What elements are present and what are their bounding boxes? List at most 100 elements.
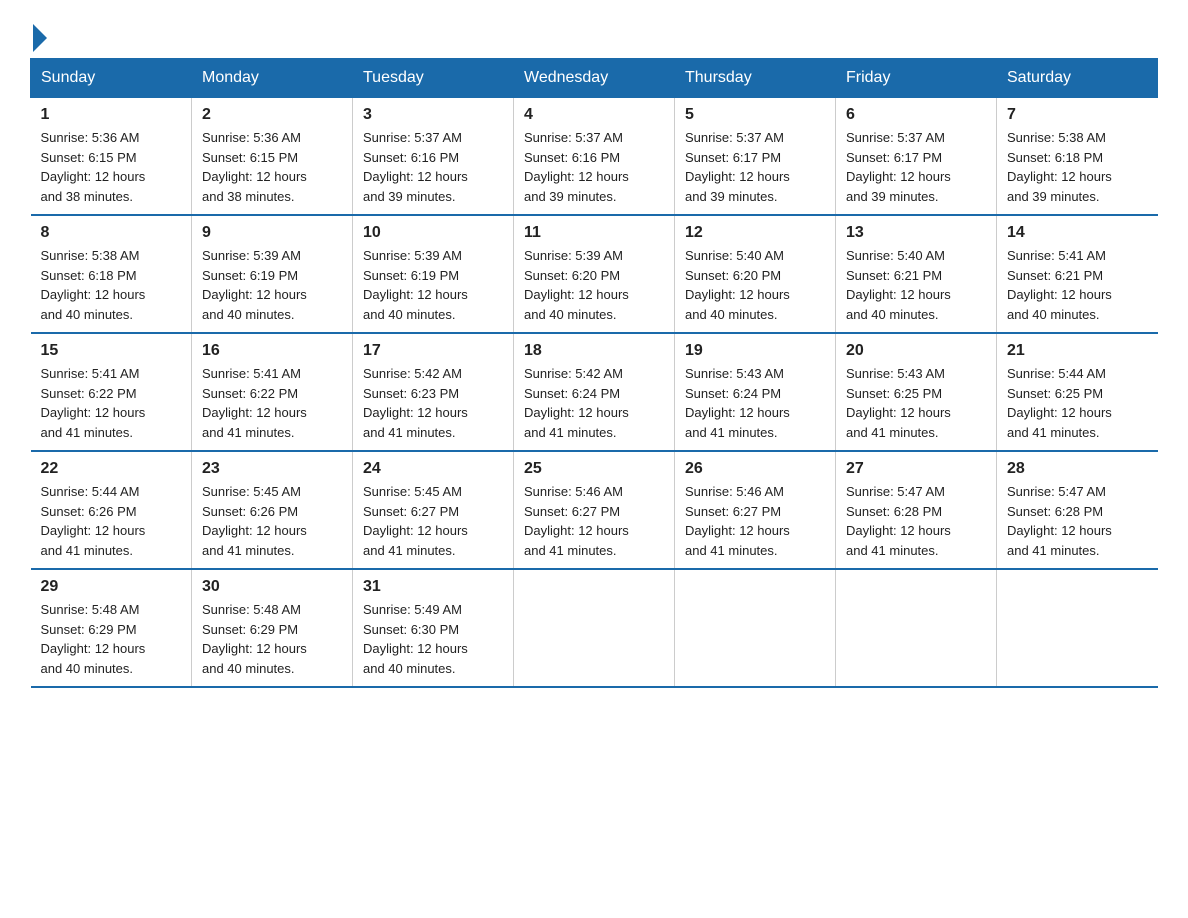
day-number: 2 <box>202 106 342 124</box>
calendar-cell: 18 Sunrise: 5:42 AMSunset: 6:24 PMDayligh… <box>514 333 675 451</box>
calendar-cell: 4 Sunrise: 5:37 AMSunset: 6:16 PMDaylight… <box>514 98 675 216</box>
day-number: 31 <box>363 578 503 596</box>
day-number: 3 <box>363 106 503 124</box>
day-info: Sunrise: 5:44 AMSunset: 6:26 PMDaylight:… <box>41 482 182 560</box>
day-info: Sunrise: 5:45 AMSunset: 6:26 PMDaylight:… <box>202 482 342 560</box>
day-number: 28 <box>1007 460 1148 478</box>
day-number: 5 <box>685 106 825 124</box>
day-info: Sunrise: 5:39 AMSunset: 6:19 PMDaylight:… <box>363 246 503 324</box>
col-header-monday: Monday <box>192 59 353 98</box>
calendar-cell: 29 Sunrise: 5:48 AMSunset: 6:29 PMDayligh… <box>31 569 192 687</box>
day-info: Sunrise: 5:38 AMSunset: 6:18 PMDaylight:… <box>1007 128 1148 206</box>
day-number: 24 <box>363 460 503 478</box>
day-info: Sunrise: 5:36 AMSunset: 6:15 PMDaylight:… <box>202 128 342 206</box>
day-info: Sunrise: 5:46 AMSunset: 6:27 PMDaylight:… <box>524 482 664 560</box>
day-number: 17 <box>363 342 503 360</box>
day-number: 15 <box>41 342 182 360</box>
calendar-cell: 23 Sunrise: 5:45 AMSunset: 6:26 PMDayligh… <box>192 451 353 569</box>
calendar-cell: 12Sunrise: 5:40 AMSunset: 6:20 PMDayligh… <box>675 215 836 333</box>
calendar-cell: 9Sunrise: 5:39 AMSunset: 6:19 PMDaylight… <box>192 215 353 333</box>
day-number: 7 <box>1007 106 1148 124</box>
day-number: 10 <box>363 224 503 242</box>
week-row-4: 22 Sunrise: 5:44 AMSunset: 6:26 PMDayligh… <box>31 451 1158 569</box>
day-info: Sunrise: 5:41 AMSunset: 6:22 PMDaylight:… <box>202 364 342 442</box>
day-number: 27 <box>846 460 986 478</box>
day-info: Sunrise: 5:39 AMSunset: 6:20 PMDaylight:… <box>524 246 664 324</box>
calendar-cell: 11 Sunrise: 5:39 AMSunset: 6:20 PMDayligh… <box>514 215 675 333</box>
col-header-wednesday: Wednesday <box>514 59 675 98</box>
day-info: Sunrise: 5:41 AMSunset: 6:22 PMDaylight:… <box>41 364 182 442</box>
calendar-cell: 28 Sunrise: 5:47 AMSunset: 6:28 PMDayligh… <box>997 451 1158 569</box>
day-info: Sunrise: 5:37 AMSunset: 6:16 PMDaylight:… <box>363 128 503 206</box>
day-number: 16 <box>202 342 342 360</box>
col-header-friday: Friday <box>836 59 997 98</box>
day-info: Sunrise: 5:37 AMSunset: 6:17 PMDaylight:… <box>685 128 825 206</box>
calendar-cell <box>997 569 1158 687</box>
day-info: Sunrise: 5:44 AMSunset: 6:25 PMDaylight:… <box>1007 364 1148 442</box>
calendar-cell <box>836 569 997 687</box>
day-info: Sunrise: 5:47 AMSunset: 6:28 PMDaylight:… <box>846 482 986 560</box>
day-info: Sunrise: 5:39 AMSunset: 6:19 PMDaylight:… <box>202 246 342 324</box>
logo <box>30 20 47 48</box>
calendar-cell: 14Sunrise: 5:41 AMSunset: 6:21 PMDayligh… <box>997 215 1158 333</box>
day-info: Sunrise: 5:37 AMSunset: 6:16 PMDaylight:… <box>524 128 664 206</box>
col-header-sunday: Sunday <box>31 59 192 98</box>
day-number: 21 <box>1007 342 1148 360</box>
day-number: 29 <box>41 578 182 596</box>
day-info: Sunrise: 5:42 AMSunset: 6:23 PMDaylight:… <box>363 364 503 442</box>
calendar-cell: 3 Sunrise: 5:37 AMSunset: 6:16 PMDaylight… <box>353 98 514 216</box>
calendar-cell: 2 Sunrise: 5:36 AMSunset: 6:15 PMDaylight… <box>192 98 353 216</box>
day-number: 22 <box>41 460 182 478</box>
calendar-cell: 27 Sunrise: 5:47 AMSunset: 6:28 PMDayligh… <box>836 451 997 569</box>
calendar-cell: 1 Sunrise: 5:36 AMSunset: 6:15 PMDaylight… <box>31 98 192 216</box>
calendar-cell: 6 Sunrise: 5:37 AMSunset: 6:17 PMDaylight… <box>836 98 997 216</box>
day-info: Sunrise: 5:43 AMSunset: 6:24 PMDaylight:… <box>685 364 825 442</box>
day-info: Sunrise: 5:48 AMSunset: 6:29 PMDaylight:… <box>41 600 182 678</box>
day-info: Sunrise: 5:38 AMSunset: 6:18 PMDaylight:… <box>41 246 182 324</box>
day-number: 26 <box>685 460 825 478</box>
page-header <box>30 20 1158 48</box>
day-info: Sunrise: 5:37 AMSunset: 6:17 PMDaylight:… <box>846 128 986 206</box>
col-header-tuesday: Tuesday <box>353 59 514 98</box>
calendar-cell: 8 Sunrise: 5:38 AMSunset: 6:18 PMDaylight… <box>31 215 192 333</box>
day-number: 4 <box>524 106 664 124</box>
calendar-cell: 25 Sunrise: 5:46 AMSunset: 6:27 PMDayligh… <box>514 451 675 569</box>
calendar-table: SundayMondayTuesdayWednesdayThursdayFrid… <box>30 58 1158 688</box>
day-info: Sunrise: 5:36 AMSunset: 6:15 PMDaylight:… <box>41 128 182 206</box>
calendar-cell: 15 Sunrise: 5:41 AMSunset: 6:22 PMDayligh… <box>31 333 192 451</box>
day-number: 19 <box>685 342 825 360</box>
calendar-cell: 21 Sunrise: 5:44 AMSunset: 6:25 PMDayligh… <box>997 333 1158 451</box>
calendar-cell: 26 Sunrise: 5:46 AMSunset: 6:27 PMDayligh… <box>675 451 836 569</box>
calendar-cell: 16 Sunrise: 5:41 AMSunset: 6:22 PMDayligh… <box>192 333 353 451</box>
day-number: 23 <box>202 460 342 478</box>
calendar-header-row: SundayMondayTuesdayWednesdayThursdayFrid… <box>31 59 1158 98</box>
logo-triangle-icon <box>33 24 47 52</box>
week-row-3: 15 Sunrise: 5:41 AMSunset: 6:22 PMDayligh… <box>31 333 1158 451</box>
day-number: 18 <box>524 342 664 360</box>
calendar-cell: 5 Sunrise: 5:37 AMSunset: 6:17 PMDaylight… <box>675 98 836 216</box>
day-number: 8 <box>41 224 182 242</box>
col-header-thursday: Thursday <box>675 59 836 98</box>
col-header-saturday: Saturday <box>997 59 1158 98</box>
calendar-cell: 30Sunrise: 5:48 AMSunset: 6:29 PMDayligh… <box>192 569 353 687</box>
day-number: 12 <box>685 224 825 242</box>
day-number: 25 <box>524 460 664 478</box>
day-info: Sunrise: 5:40 AMSunset: 6:21 PMDaylight:… <box>846 246 986 324</box>
day-number: 11 <box>524 224 664 242</box>
day-info: Sunrise: 5:46 AMSunset: 6:27 PMDaylight:… <box>685 482 825 560</box>
day-info: Sunrise: 5:47 AMSunset: 6:28 PMDaylight:… <box>1007 482 1148 560</box>
day-info: Sunrise: 5:43 AMSunset: 6:25 PMDaylight:… <box>846 364 986 442</box>
calendar-cell: 22 Sunrise: 5:44 AMSunset: 6:26 PMDayligh… <box>31 451 192 569</box>
day-number: 30 <box>202 578 342 596</box>
day-number: 6 <box>846 106 986 124</box>
calendar-cell: 17 Sunrise: 5:42 AMSunset: 6:23 PMDayligh… <box>353 333 514 451</box>
week-row-2: 8 Sunrise: 5:38 AMSunset: 6:18 PMDaylight… <box>31 215 1158 333</box>
day-info: Sunrise: 5:45 AMSunset: 6:27 PMDaylight:… <box>363 482 503 560</box>
calendar-cell: 20 Sunrise: 5:43 AMSunset: 6:25 PMDayligh… <box>836 333 997 451</box>
day-info: Sunrise: 5:42 AMSunset: 6:24 PMDaylight:… <box>524 364 664 442</box>
calendar-cell <box>514 569 675 687</box>
calendar-cell: 7 Sunrise: 5:38 AMSunset: 6:18 PMDaylight… <box>997 98 1158 216</box>
day-number: 20 <box>846 342 986 360</box>
day-number: 1 <box>41 106 182 124</box>
week-row-1: 1 Sunrise: 5:36 AMSunset: 6:15 PMDaylight… <box>31 98 1158 216</box>
